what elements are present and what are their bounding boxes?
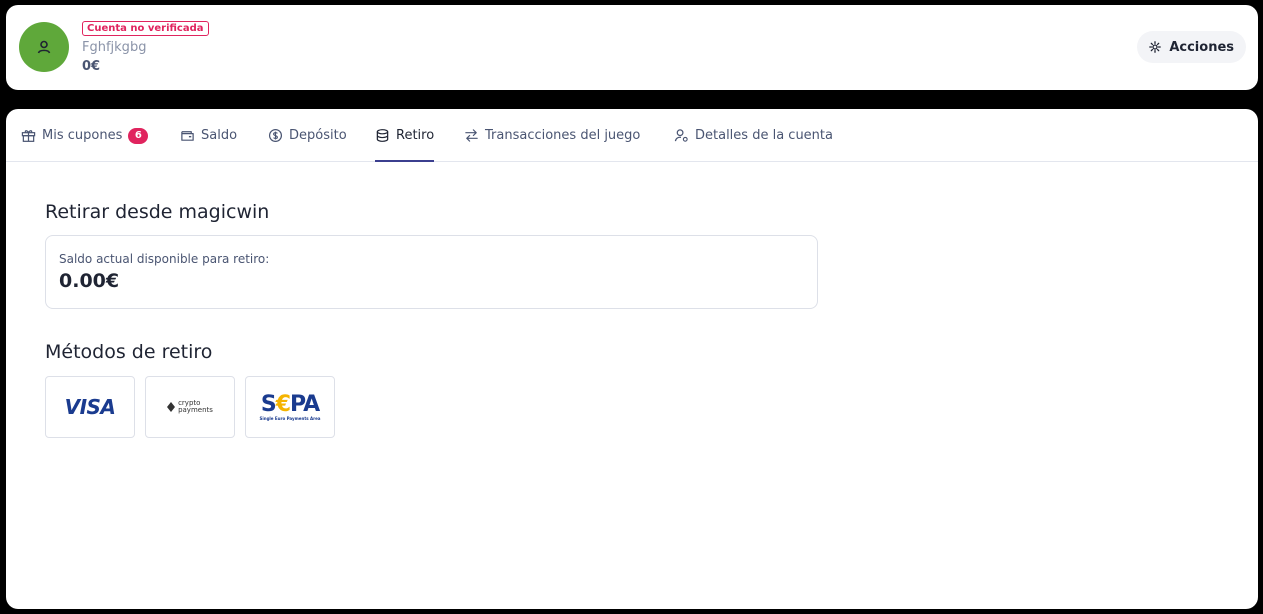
wallet-icon: [181, 131, 194, 141]
tab-label: Detalles de la cuenta: [695, 128, 833, 143]
visa-logo: VISA: [64, 395, 116, 419]
sepa-logo: S€PA Single Euro Payments Area: [259, 391, 321, 421]
method-sepa[interactable]: S€PA Single Euro Payments Area: [245, 376, 335, 438]
coupon-count-badge: 6: [128, 127, 149, 144]
tab-deposito[interactable]: Depósito: [268, 109, 347, 162]
tab-label: Saldo: [201, 128, 238, 143]
gift-icon: [21, 130, 36, 142]
tab-transacciones[interactable]: Transacciones del juego: [464, 109, 640, 162]
available-balance-value: 0.00€: [59, 270, 120, 292]
tab-bar: Mis cupones 6 Saldo Depósito Retiro Tran…: [6, 109, 1258, 162]
tab-detalles-cuenta[interactable]: Detalles de la cuenta: [674, 109, 833, 162]
tab-label: Depósito: [289, 128, 347, 143]
crypto-logo: crypto payments: [167, 400, 213, 414]
database-icon: [376, 129, 389, 142]
crypto-icon: [167, 402, 176, 412]
username: Fghfjkgbg: [82, 40, 147, 55]
user-icon: [37, 40, 51, 54]
tab-saldo[interactable]: Saldo: [180, 109, 237, 162]
sepa-logo-euro: €: [275, 391, 291, 417]
main-panel: Mis cupones 6 Saldo Depósito Retiro Tran…: [6, 109, 1258, 609]
sepa-logo-right: PA: [290, 391, 320, 417]
header-balance: 0€: [82, 59, 101, 74]
method-crypto[interactable]: crypto payments: [145, 376, 235, 438]
dollar-circle-icon: [268, 128, 283, 143]
gear-icon: [1149, 41, 1162, 53]
methods-title: Métodos de retiro: [45, 341, 213, 363]
status-badge: Cuenta no verificada: [82, 21, 209, 36]
actions-button[interactable]: Acciones: [1137, 31, 1246, 63]
crypto-logo-line2: payments: [178, 406, 213, 414]
withdraw-title: Retirar desde magicwin: [45, 201, 270, 223]
user-gear-icon: [674, 129, 688, 142]
avatar[interactable]: [19, 22, 69, 72]
actions-label: Acciones: [1169, 39, 1234, 55]
tab-label: Transacciones del juego: [485, 128, 641, 143]
arrows-swap-icon: [465, 129, 478, 142]
method-visa[interactable]: VISA: [45, 376, 135, 438]
account-header: Cuenta no verificada Fghfjkgbg 0€ Accion…: [6, 5, 1258, 90]
available-balance-label: Saldo actual disponible para retiro:: [59, 252, 270, 266]
sepa-logo-sub: Single Euro Payments Area: [259, 415, 321, 421]
available-balance-card: Saldo actual disponible para retiro: 0.0…: [45, 235, 818, 309]
tab-mis-cupones[interactable]: Mis cupones 6: [21, 109, 149, 162]
sepa-logo-left: S: [260, 391, 277, 417]
tab-retiro[interactable]: Retiro: [375, 109, 435, 162]
tab-label: Retiro: [396, 128, 435, 143]
tab-label: Mis cupones: [42, 128, 123, 143]
